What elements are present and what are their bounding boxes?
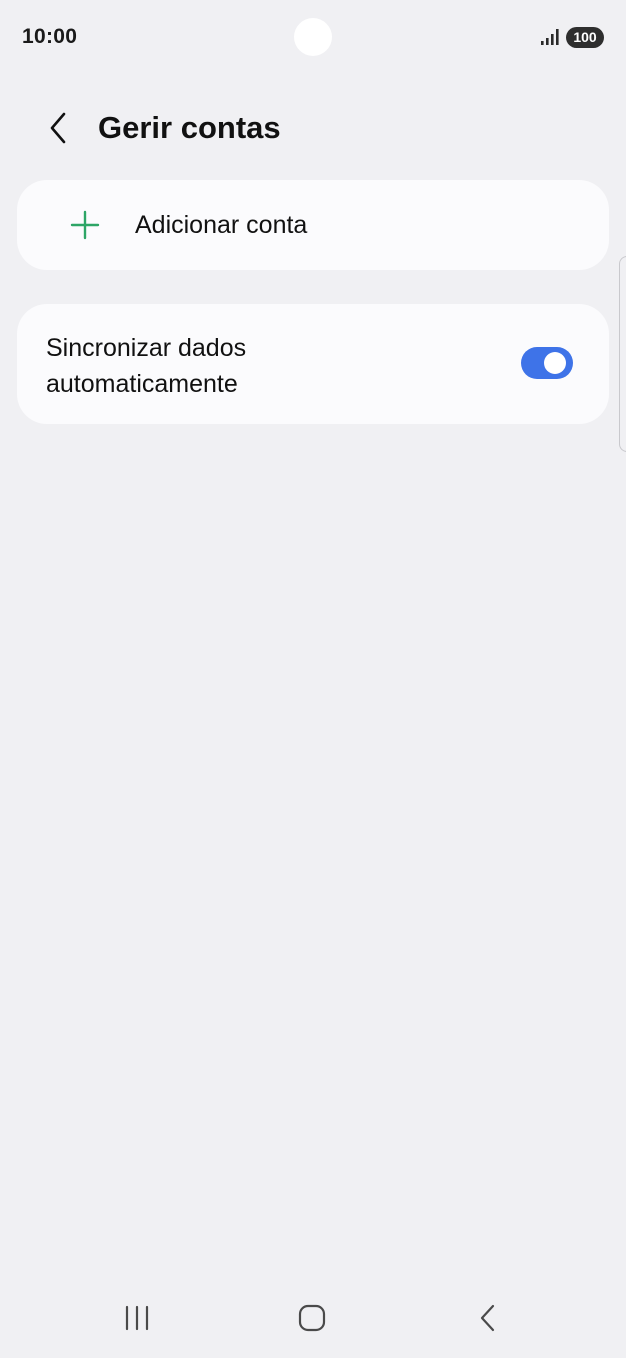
header: Gerir contas (0, 100, 626, 156)
camera-cutout (294, 18, 332, 56)
nav-back-button[interactable] (448, 1288, 528, 1348)
home-icon (298, 1304, 326, 1332)
battery-level: 100 (573, 29, 597, 45)
auto-sync-label: Sincronizar dados automaticamente (46, 334, 247, 398)
signal-icon (541, 29, 559, 45)
scroll-indicator (619, 256, 626, 452)
toggle-knob (544, 352, 566, 374)
battery-icon: 100 (566, 27, 604, 48)
plus-icon (70, 210, 100, 240)
chevron-left-icon (50, 112, 66, 144)
status-time: 10:00 (22, 25, 78, 48)
recents-icon (125, 1305, 149, 1331)
add-account-button[interactable]: Adicionar conta (17, 180, 609, 270)
auto-sync-row[interactable]: Sincronizar dados automaticamente (17, 304, 609, 424)
add-account-label: Adicionar conta (135, 211, 308, 239)
back-button[interactable] (34, 100, 82, 156)
navigation-bar (0, 1288, 626, 1348)
recents-button[interactable] (97, 1288, 177, 1348)
home-button[interactable] (272, 1288, 352, 1348)
back-icon (480, 1304, 495, 1332)
status-bar: 10:00 100 (0, 0, 626, 76)
page-title: Gerir contas (98, 110, 281, 145)
auto-sync-toggle[interactable] (521, 347, 573, 379)
